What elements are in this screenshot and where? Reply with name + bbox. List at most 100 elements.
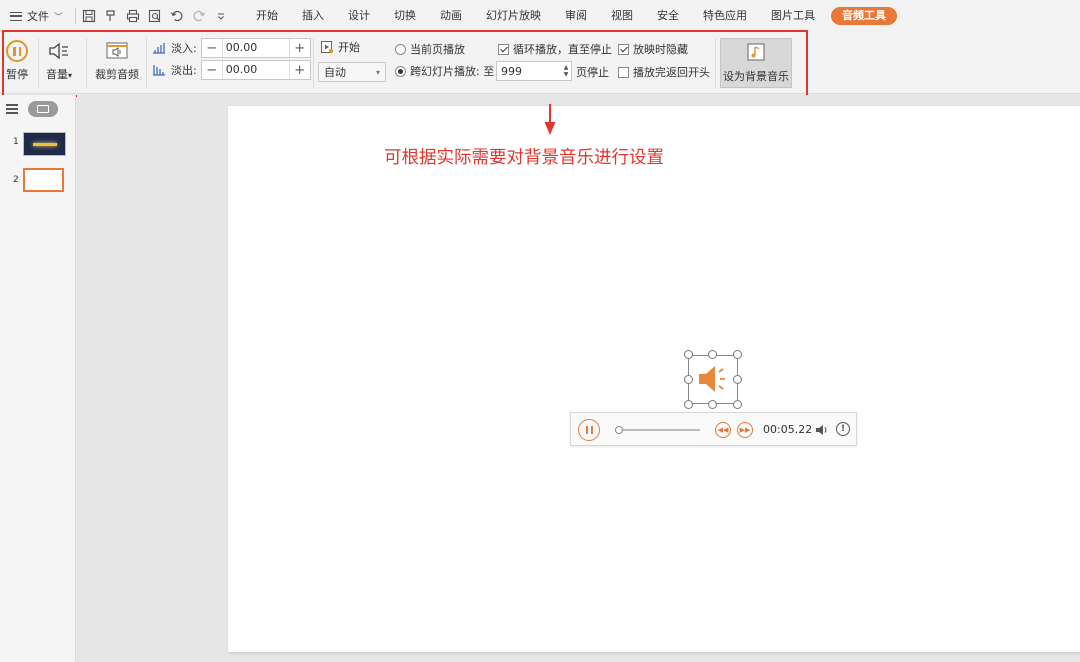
tab-audio-tools[interactable]: 音频工具 (831, 7, 898, 25)
trim-audio-label: 裁剪音频 (95, 68, 139, 81)
start-mode-select[interactable]: 自动 ▾ (318, 62, 386, 82)
divider (146, 38, 147, 88)
quick-access-toolbar (80, 7, 230, 25)
hide-checkbox[interactable] (618, 43, 629, 55)
spin-arrows-icon[interactable]: ▲ ▼ (561, 64, 571, 78)
slide-thumbnail-panel: 1 2 (0, 95, 76, 662)
volume-button[interactable]: 音量▾ (46, 40, 72, 82)
resize-handle[interactable] (684, 400, 693, 409)
chevron-down-icon: ﹀ (54, 12, 64, 23)
ribbon-tabs: 开始 插入 设计 切换 动画 幻灯片放映 审阅 视图 安全 特色应用 图片工具 … (244, 0, 898, 32)
resize-handle[interactable] (733, 350, 742, 359)
resize-handle[interactable] (684, 350, 693, 359)
fade-out-icon (153, 65, 165, 76)
fade-in-value[interactable]: 00.00 (221, 39, 290, 57)
tab-home[interactable]: 开始 (244, 0, 290, 32)
chevron-down-icon: ▾ (375, 67, 380, 77)
rewind-button[interactable]: ◀◀ (715, 422, 731, 438)
loop-option[interactable]: 循环播放，直至停止 (498, 41, 612, 57)
format-painter-icon[interactable] (102, 7, 120, 25)
hide-label: 放映时隐藏 (633, 43, 688, 56)
fade-out-value[interactable]: 00.00 (221, 61, 290, 79)
stop-page-input[interactable]: 999 ▲ ▼ (496, 61, 572, 81)
redo-icon[interactable] (190, 7, 208, 25)
resize-handle[interactable] (708, 350, 717, 359)
slide-canvas[interactable] (228, 106, 1080, 652)
pause-label: 暂停 (6, 68, 28, 81)
divider (86, 38, 87, 88)
audio-ribbon: 暂停 音量▾ 裁剪音频 淡入: − 00.00 + 淡出: − 00.00 + … (0, 32, 1080, 94)
stop-page-value[interactable]: 999 (497, 65, 561, 78)
volume-icon[interactable] (814, 422, 830, 438)
slide-view-icon[interactable] (28, 101, 58, 117)
info-icon[interactable]: ! (836, 422, 850, 436)
resize-handle[interactable] (733, 400, 742, 409)
tab-special-apps[interactable]: 特色应用 (691, 0, 759, 32)
file-menu[interactable]: 文件 ﹀ (0, 0, 71, 32)
page-stop-label: 页停止 (576, 66, 609, 79)
slide-number: 2 (13, 175, 19, 185)
progress-knob[interactable] (615, 426, 623, 434)
plus-icon[interactable]: + (290, 39, 310, 57)
cross-slide-radio[interactable] (395, 65, 406, 77)
speaker-icon (699, 366, 725, 392)
menu-bar: 文件 ﹀ 开始 插入 设计 切换 动画 幻灯片放映 审阅 视图 安全 特色应用 … (0, 0, 1080, 32)
resize-handle[interactable] (733, 375, 742, 384)
current-page-label: 当前页播放 (410, 43, 465, 56)
forward-button[interactable]: ▶▶ (737, 422, 753, 438)
loop-checkbox[interactable] (498, 43, 509, 55)
customize-toolbar-icon[interactable] (212, 7, 230, 25)
rewind-checkbox[interactable] (618, 66, 629, 78)
player-pause-button[interactable] (578, 419, 600, 441)
hamburger-icon (10, 11, 22, 21)
panel-header (6, 101, 58, 117)
fade-in-stepper[interactable]: − 00.00 + (200, 38, 311, 58)
current-page-radio[interactable] (395, 43, 406, 55)
annotation-arrow-icon (544, 104, 556, 135)
page-stop-text: 页停止 (576, 64, 609, 80)
tab-security[interactable]: 安全 (645, 0, 691, 32)
tab-view[interactable]: 视图 (599, 0, 645, 32)
resize-handle[interactable] (684, 375, 693, 384)
plus-icon[interactable]: + (290, 61, 310, 79)
slide-thumbnail-1[interactable] (23, 132, 66, 156)
divider (715, 38, 716, 88)
resize-handle[interactable] (708, 400, 717, 409)
set-background-music-button[interactable]: 设为背景音乐 (720, 38, 792, 88)
print-icon[interactable] (124, 7, 142, 25)
trim-audio-icon (106, 42, 128, 59)
trim-audio-button[interactable]: 裁剪音频 (95, 40, 139, 82)
annotation-text: 可根据实际需要对背景音乐进行设置 (384, 148, 664, 168)
save-icon[interactable] (80, 7, 98, 25)
audio-player-bar: ◀◀ ▶▶ 00:05.22 ! (570, 412, 857, 446)
outline-view-icon[interactable] (6, 104, 18, 114)
start-mode-value: 自动 (324, 66, 346, 79)
playback-time: 00:05.22 (763, 423, 813, 436)
playback-progress-track[interactable] (615, 426, 700, 434)
pause-icon (6, 40, 28, 62)
tab-transitions[interactable]: 切换 (382, 0, 428, 32)
cross-slide-option[interactable]: 跨幻灯片播放: 至 (395, 63, 494, 79)
minus-icon[interactable]: − (202, 39, 222, 57)
start-label: 开始 (338, 41, 360, 54)
start-icon (321, 41, 334, 54)
tab-review[interactable]: 审阅 (553, 0, 599, 32)
start-row: 开始 (320, 39, 360, 55)
tab-picture-tools[interactable]: 图片工具 (759, 0, 827, 32)
hide-option[interactable]: 放映时隐藏 (618, 41, 688, 57)
undo-icon[interactable] (168, 7, 186, 25)
tab-animations[interactable]: 动画 (428, 0, 474, 32)
fade-in-label: 淡入: (171, 42, 197, 55)
tab-design[interactable]: 设计 (336, 0, 382, 32)
pause-button[interactable]: 暂停 (6, 40, 28, 82)
tab-slideshow[interactable]: 幻灯片放映 (474, 0, 553, 32)
minus-icon[interactable]: − (202, 61, 222, 79)
fade-out-stepper[interactable]: − 00.00 + (200, 60, 311, 80)
slide-thumbnail-2[interactable] (23, 168, 64, 192)
tab-insert[interactable]: 插入 (290, 0, 336, 32)
volume-label: 音量▾ (46, 68, 73, 81)
fade-in-row: 淡入: − 00.00 + (151, 38, 311, 58)
current-page-option[interactable]: 当前页播放 (395, 41, 465, 57)
rewind-option[interactable]: 播放完返回开头 (618, 64, 710, 80)
print-preview-icon[interactable] (146, 7, 164, 25)
